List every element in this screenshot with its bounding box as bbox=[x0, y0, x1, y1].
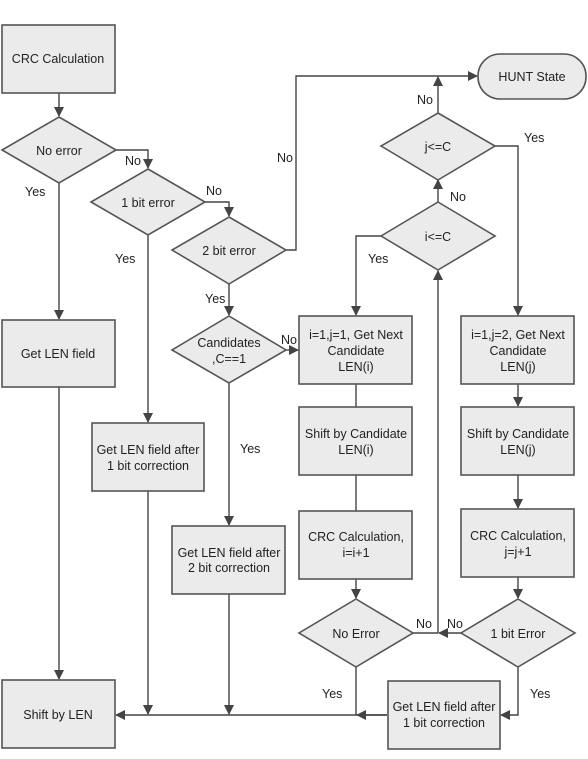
edge-label-1bit-j-yes: Yes bbox=[530, 687, 550, 701]
label-init-i-line2: Candidate bbox=[328, 344, 385, 358]
edge-label-1bit-j-no: No bbox=[447, 617, 463, 631]
flowchart: CRC Calculation No error 1 bit error 2 b… bbox=[0, 24, 587, 750]
edge-label-1bit-no: No bbox=[206, 184, 222, 198]
label-crc-calc-i-line1: CRC Calculation, bbox=[308, 530, 404, 544]
label-get-len-1bit-line1: Get LEN field after bbox=[97, 443, 200, 457]
label-init-j-line3: LEN(j) bbox=[500, 360, 535, 374]
label-shift-candidate-j-line2: LEN(j) bbox=[500, 443, 535, 457]
node-crc-calc-i bbox=[298, 510, 413, 580]
label-candidates-line1: Candidates bbox=[197, 336, 260, 350]
label-get-len-field: Get LEN field bbox=[21, 347, 95, 361]
edge-label-i-le-c-no: No bbox=[450, 190, 466, 204]
edge-1bit-j-yes bbox=[500, 667, 519, 720]
label-candidates-line2: ,C==1 bbox=[212, 352, 246, 366]
label-shift-candidate-i-line1: Shift by Candidate bbox=[305, 427, 407, 441]
edge-1bit-no bbox=[205, 201, 234, 217]
edge-label-no-error-i-no: No bbox=[416, 617, 432, 631]
label-get-len-2bit-line1: Get LEN field after bbox=[178, 546, 281, 560]
label-no-error-i: No Error bbox=[332, 627, 379, 641]
label-init-i-line3: LEN(i) bbox=[338, 360, 373, 374]
node-get-len-1bit-j bbox=[387, 680, 501, 750]
label-hunt-state: HUNT State bbox=[498, 70, 565, 84]
label-shift-candidate-i-line2: LEN(i) bbox=[338, 443, 373, 457]
edge-label-candidates-no: No bbox=[281, 333, 297, 347]
label-get-len-1bit-j-line2: 1 bit correction bbox=[403, 716, 485, 730]
label-get-len-1bit-j-line1: Get LEN field after bbox=[393, 700, 496, 714]
edge-labels: Yes No No Yes No Yes No Yes No Yes No Ye… bbox=[25, 93, 550, 701]
edge-label-2bit-yes: Yes bbox=[205, 292, 225, 306]
node-crc-calc-j bbox=[460, 508, 575, 578]
label-get-len-1bit-line2: 1 bit correction bbox=[107, 459, 189, 473]
label-shift-by-len: Shift by LEN bbox=[23, 708, 92, 722]
edge-label-i-le-c-yes: Yes bbox=[368, 252, 388, 266]
label-1bit-error-j: 1 bit Error bbox=[491, 627, 546, 641]
edge-label-j-le-c-no: No bbox=[417, 93, 433, 107]
node-get-len-1bit bbox=[91, 422, 205, 492]
label-1bit-error: 1 bit error bbox=[121, 196, 175, 210]
label-init-i-line1: i=1,j=1, Get Next bbox=[309, 328, 403, 342]
label-shift-candidate-j-line1: Shift by Candidate bbox=[467, 427, 569, 441]
label-crc-calc-j-line1: CRC Calculation, bbox=[470, 529, 566, 543]
edge-label-2bit-no: No bbox=[277, 151, 293, 165]
label-crc-calc-i-line2: i=i+1 bbox=[342, 546, 369, 560]
label-get-len-2bit-line2: 2 bit correction bbox=[188, 561, 270, 575]
edge-label-no-error-i-yes: Yes bbox=[322, 687, 342, 701]
edge-label-no-error-no: No bbox=[125, 154, 141, 168]
label-crc-calculation: CRC Calculation bbox=[12, 52, 104, 66]
edge-label-j-le-c-yes: Yes bbox=[524, 131, 544, 145]
label-init-j-line2: Candidate bbox=[490, 344, 547, 358]
label-j-le-c: j<=C bbox=[424, 140, 451, 154]
label-crc-calc-j-line2: j=j+1 bbox=[503, 545, 531, 559]
edge-label-1bit-yes: Yes bbox=[115, 252, 135, 266]
node-shift-candidate-i bbox=[298, 406, 413, 476]
edge-label-no-error-yes: Yes bbox=[25, 185, 45, 199]
node-get-len-2bit bbox=[171, 525, 286, 595]
edge-i-le-c-yes bbox=[351, 235, 381, 316]
edge-label-candidates-yes: Yes bbox=[240, 442, 260, 456]
label-2bit-error: 2 bit error bbox=[202, 244, 256, 258]
edge-j-le-c-yes bbox=[495, 145, 523, 316]
label-init-j-line1: i=1,j=2, Get Next bbox=[471, 328, 565, 342]
label-no-error: No error bbox=[36, 144, 82, 158]
label-i-le-c: i<=C bbox=[425, 230, 451, 244]
node-shift-candidate-j bbox=[460, 406, 575, 476]
